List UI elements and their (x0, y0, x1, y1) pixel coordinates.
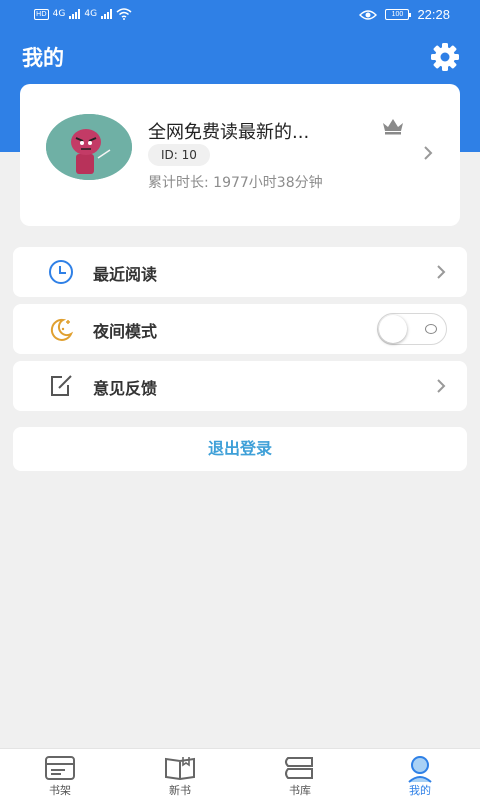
reading-time: 累计时长: 1977小时38分钟 (148, 175, 323, 191)
menu-item-night-mode: 夜间模式 (13, 304, 467, 354)
night-mode-toggle[interactable] (377, 313, 447, 345)
menu-item-feedback[interactable]: 意见反馈 (13, 361, 467, 411)
toggle-knob (379, 315, 407, 343)
wifi-icon (116, 8, 132, 20)
user-id-badge: ID: 10 (148, 144, 210, 166)
crown-icon (383, 119, 403, 135)
signal-1-icon (69, 9, 81, 19)
nav-label-new-books: 新书 (169, 784, 191, 797)
nav-label-profile: 我的 (409, 784, 431, 797)
nav-label-library: 书库 (289, 784, 311, 797)
hd-badge: HD (34, 8, 49, 20)
menu-label-feedback: 意见反馈 (93, 379, 158, 398)
bookshelf-icon (45, 756, 75, 780)
edit-icon (47, 373, 75, 399)
menu-item-recent-reading[interactable]: 最近阅读 (13, 247, 467, 297)
username: 全网免费读最新的... (148, 122, 310, 143)
settings-button[interactable] (428, 40, 462, 74)
gear-icon (431, 43, 459, 71)
toggle-off-indicator (425, 324, 437, 334)
user-icon (408, 756, 432, 783)
open-book-icon (165, 757, 195, 781)
avatar-image (46, 114, 132, 180)
profile-card[interactable]: 全网免费读最新的... ID: 10 累计时长: 1977小时38分钟 (20, 84, 460, 226)
nav-item-new-books[interactable]: 新书 (120, 749, 240, 800)
nav-item-profile[interactable]: 我的 (360, 749, 480, 800)
bottom-nav: 书架 新书 书库 我的 (0, 748, 480, 800)
chevron-right-icon (437, 265, 446, 279)
status-time: 22:28 (417, 7, 450, 22)
nav-item-bookshelf[interactable]: 书架 (0, 749, 120, 800)
menu-label-night-mode: 夜间模式 (93, 322, 158, 341)
chevron-right-icon (424, 146, 433, 160)
avatar[interactable] (46, 114, 132, 180)
clock-icon (47, 259, 75, 285)
nav-label-bookshelf: 书架 (49, 784, 71, 797)
library-icon (285, 757, 313, 779)
menu-label-recent-reading: 最近阅读 (93, 265, 158, 284)
page-title: 我的 (22, 46, 64, 70)
logout-button[interactable]: 退出登录 (13, 427, 467, 471)
status-bar: HD 4G 4G 100 22:28 (0, 0, 480, 30)
signal-2-label: 4G (84, 9, 98, 19)
status-left: HD 4G 4G (34, 8, 132, 20)
status-right: 100 22:28 (359, 7, 450, 22)
signal-1-label: 4G (52, 9, 66, 19)
signal-2-icon (101, 9, 113, 19)
moon-icon (47, 316, 75, 342)
battery-icon: 100 (385, 9, 412, 20)
chevron-right-icon (437, 379, 446, 393)
eye-icon (359, 9, 378, 20)
nav-item-library[interactable]: 书库 (240, 749, 360, 800)
